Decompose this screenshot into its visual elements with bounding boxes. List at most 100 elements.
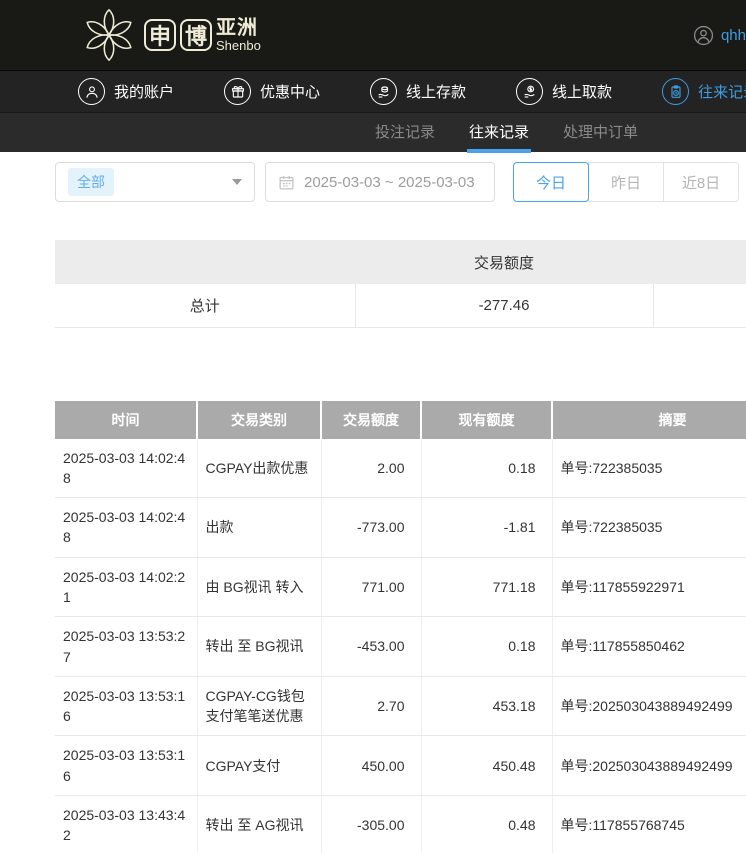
filter-bar: 全部 2025-03-03 ~ 2025-03-03 今日 昨日 近8日	[55, 162, 746, 202]
category-selected-tag[interactable]: 全部	[68, 168, 114, 196]
withdraw-icon	[516, 78, 543, 105]
cell-balance: 450.48	[421, 736, 552, 796]
header-amount: 交易额度	[321, 401, 421, 439]
user-icon	[78, 78, 105, 105]
cell-time: 2025-03-03 13:53:16	[55, 736, 197, 796]
brand-text: 亚洲 Shenbo	[216, 18, 261, 53]
header-type: 交易类别	[197, 401, 321, 439]
cell-type: 出款	[197, 498, 321, 558]
username-text[interactable]: qhh	[721, 27, 746, 44]
brand-region: 亚洲	[216, 18, 261, 39]
cell-type: CGPAY支付	[197, 736, 321, 796]
table-row: 2025-03-03 13:43:42转出 至 AG视讯-305.000.48单…	[55, 796, 746, 853]
table-row: 2025-03-03 14:02:21由 BG视讯 转入771.00771.18…	[55, 557, 746, 617]
cell-balance: 453.18	[421, 676, 552, 736]
nav-label: 往来记录	[698, 81, 746, 102]
date-range-input[interactable]: 2025-03-03 ~ 2025-03-03	[265, 162, 495, 202]
cell-summary: 单号:722385035	[552, 498, 746, 558]
top-header: 申 博 亚洲 Shenbo qhh	[0, 0, 746, 70]
cell-time: 2025-03-03 13:43:42	[55, 796, 197, 853]
cell-time: 2025-03-03 14:02:48	[55, 498, 197, 558]
cell-summary: 单号:117855922971	[552, 557, 746, 617]
cell-amount: 450.00	[321, 736, 421, 796]
nav-label: 我的账户	[114, 81, 174, 102]
brand-subtitle: Shenbo	[216, 39, 261, 53]
summary-header-amount: 交易额度	[355, 240, 653, 284]
header-summary: 摘要	[552, 401, 746, 439]
cell-time: 2025-03-03 13:53:27	[55, 617, 197, 677]
brand-char-2: 博	[180, 19, 212, 51]
cell-balance: 0.18	[421, 439, 552, 498]
cell-time: 2025-03-03 14:02:21	[55, 557, 197, 617]
nav-label: 线上存款	[406, 81, 466, 102]
summary-total-row: 总计 -277.46	[55, 284, 746, 327]
nav-item-deposit[interactable]: 线上存款	[370, 78, 466, 105]
summary-total-value: -277.46	[355, 284, 653, 327]
cell-summary: 单号:117855768745	[552, 796, 746, 853]
avatar-icon	[693, 25, 714, 46]
records-table: 时间 交易类别 交易额度 现有额度 摘要 2025-03-03 14:02:48…	[55, 401, 746, 853]
nav-item-my-account[interactable]: 我的账户	[78, 78, 174, 105]
last-8-days-button[interactable]: 近8日	[663, 162, 739, 202]
user-account[interactable]: qhh	[693, 0, 746, 70]
summary-total-label: 总计	[55, 284, 355, 327]
tab-transaction-records[interactable]: 往来记录	[467, 113, 531, 153]
cell-summary: 单号:117855850462	[552, 617, 746, 677]
sub-nav: 投注记录 往来记录 处理中订单	[0, 112, 746, 152]
gift-icon	[224, 78, 251, 105]
chevron-down-icon	[232, 179, 242, 185]
summary-header-row: 交易额度	[55, 240, 746, 284]
cell-time: 2025-03-03 13:53:16	[55, 676, 197, 736]
table-row: 2025-03-03 14:02:48出款-773.00-1.81单号:7223…	[55, 498, 746, 558]
date-range-text: 2025-03-03 ~ 2025-03-03	[304, 174, 475, 191]
cell-balance: 771.18	[421, 557, 552, 617]
cell-amount: -305.00	[321, 796, 421, 853]
quick-range-group: 今日 昨日 近8日	[513, 162, 739, 202]
tab-betting-records[interactable]: 投注记录	[373, 113, 437, 153]
cell-amount: -773.00	[321, 498, 421, 558]
nav-item-records[interactable]: 往来记录	[662, 78, 746, 105]
records-header-row: 时间 交易类别 交易额度 现有额度 摘要	[55, 401, 746, 439]
summary-header-spacer	[55, 240, 355, 284]
nav-label: 线上取款	[552, 81, 612, 102]
header-balance: 现有额度	[421, 401, 552, 439]
cell-balance: 0.18	[421, 617, 552, 677]
table-row: 2025-03-03 13:53:16CGPAY支付450.00450.48单号…	[55, 736, 746, 796]
nav-item-promotions[interactable]: 优惠中心	[224, 78, 320, 105]
cell-time: 2025-03-03 14:02:48	[55, 439, 197, 498]
calendar-icon	[278, 174, 295, 191]
main-nav: 我的账户 优惠中心 线上存款 线上取款	[0, 70, 746, 112]
cell-type: 由 BG视讯 转入	[197, 557, 321, 617]
cell-summary: 单号:202503043889492499	[552, 736, 746, 796]
brand-name-boxes: 申 博	[144, 19, 212, 51]
table-row: 2025-03-03 13:53:27转出 至 BG视讯-453.000.18单…	[55, 617, 746, 677]
nav-label: 优惠中心	[260, 81, 320, 102]
nav-item-withdraw[interactable]: 线上取款	[516, 78, 612, 105]
category-dropdown[interactable]: 全部	[55, 162, 255, 202]
header-time: 时间	[55, 401, 197, 439]
summary-header-spacer	[653, 240, 746, 284]
yesterday-button[interactable]: 昨日	[588, 162, 664, 202]
records-icon	[662, 78, 689, 105]
tab-processing-orders[interactable]: 处理中订单	[561, 113, 640, 153]
summary-table: 交易额度 总计 -277.46	[55, 240, 746, 328]
cell-amount: -453.00	[321, 617, 421, 677]
cell-type: CGPAY出款优惠	[197, 439, 321, 498]
cell-amount: 771.00	[321, 557, 421, 617]
summary-empty-cell	[653, 284, 746, 327]
cell-type: 转出 至 AG视讯	[197, 796, 321, 853]
today-button[interactable]: 今日	[513, 162, 589, 202]
deposit-icon	[370, 78, 397, 105]
cell-amount: 2.00	[321, 439, 421, 498]
cell-amount: 2.70	[321, 676, 421, 736]
table-row: 2025-03-03 13:53:16CGPAY-CG钱包支付笔笔送优惠2.70…	[55, 676, 746, 736]
cell-balance: 0.48	[421, 796, 552, 853]
brand-logo[interactable]: 申 博 亚洲 Shenbo	[80, 6, 261, 64]
cell-summary: 单号:202503043889492499	[552, 676, 746, 736]
table-row: 2025-03-03 14:02:48CGPAY出款优惠2.000.18单号:7…	[55, 439, 746, 498]
cell-type: 转出 至 BG视讯	[197, 617, 321, 677]
brand-char-1: 申	[144, 19, 176, 51]
cell-balance: -1.81	[421, 498, 552, 558]
flower-logo-icon	[80, 6, 138, 64]
cell-summary: 单号:722385035	[552, 439, 746, 498]
